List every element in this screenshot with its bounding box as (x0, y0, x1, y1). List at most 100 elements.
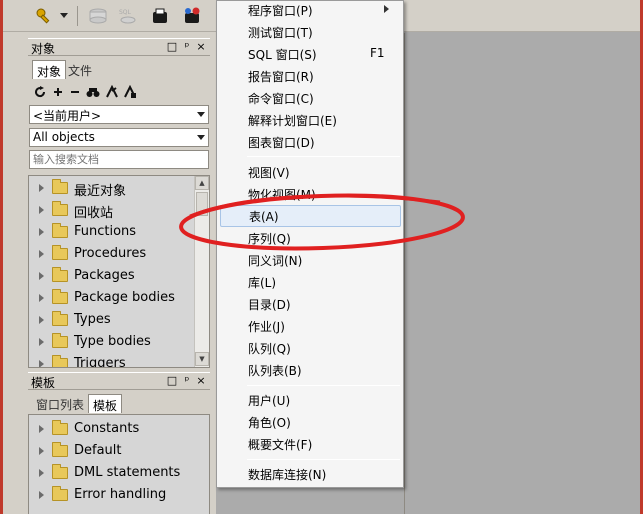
folder-icon (52, 333, 68, 348)
dropdown-arrow-icon[interactable] (57, 5, 71, 27)
tab-templates[interactable]: 模板 (88, 394, 123, 413)
tree-item-label: Types (74, 312, 111, 327)
pin-icon[interactable]: ᵖ (181, 40, 193, 53)
tree-item[interactable]: Procedures (29, 243, 194, 265)
menu-item-test-window[interactable]: 测试窗口(T) (217, 21, 403, 43)
menu-item-directory[interactable]: 目录(D) (217, 293, 403, 315)
expand-arrow-icon[interactable] (39, 491, 44, 499)
tree-item-label: 回收站 (74, 206, 114, 221)
menu-item-view[interactable]: 视图(V) (217, 161, 403, 183)
menu-item-role[interactable]: 角色(O) (217, 411, 403, 433)
menu-item-explain-plan-window[interactable]: 解释计划窗口(E) (217, 109, 403, 131)
expand-arrow-icon[interactable] (39, 469, 44, 477)
tree-item[interactable]: Constants (29, 418, 194, 440)
tree-item[interactable]: DML statements (29, 462, 194, 484)
sql-icon[interactable]: SQL (117, 5, 139, 27)
add-icon[interactable] (50, 84, 66, 100)
tree-item[interactable]: 回收站 (29, 199, 194, 221)
tab-window-list[interactable]: 窗口列表 (32, 394, 88, 413)
object-type-select[interactable]: All objects (29, 128, 209, 147)
restore-icon[interactable]: □ (166, 40, 178, 53)
tree-item[interactable]: Types (29, 309, 194, 331)
menu-item-label: 队列表(B) (248, 364, 302, 378)
filter-icon[interactable] (104, 84, 120, 100)
menu-item-queue-table[interactable]: 队列表(B) (217, 359, 403, 381)
workspace-toolbar (404, 0, 643, 32)
expand-arrow-icon[interactable] (39, 272, 44, 280)
menu-item-profile[interactable]: 概要文件(F) (217, 433, 403, 455)
scroll-up-icon[interactable]: ▲ (195, 176, 209, 190)
object-panel-tabs: 对象 文件 (28, 59, 210, 79)
tree-item[interactable]: Packages (29, 265, 194, 287)
object-panel-title: 对象 (31, 42, 56, 56)
refresh-icon[interactable] (32, 84, 48, 100)
main-toolbar: SQL (3, 0, 216, 32)
menu-item-sequence[interactable]: 序列(Q) (217, 227, 403, 249)
submenu-arrow-icon (384, 5, 389, 13)
menu-item-synonym[interactable]: 同义词(N) (217, 249, 403, 271)
expand-arrow-icon[interactable] (39, 184, 44, 192)
tab-files[interactable]: 文件 (64, 60, 96, 79)
find-icon[interactable] (85, 84, 101, 100)
expand-arrow-icon[interactable] (39, 338, 44, 346)
tree-item[interactable]: Package bodies (29, 287, 194, 309)
menu-item-user[interactable]: 用户(U) (217, 389, 403, 411)
expand-arrow-icon[interactable] (39, 360, 44, 367)
menu-item-label: 物化视图(M) (248, 188, 316, 202)
search-field[interactable] (29, 150, 209, 169)
tree-item[interactable]: Functions (29, 221, 194, 243)
tree-item[interactable]: Default (29, 440, 194, 462)
menu-item-label: 测试窗口(T) (248, 26, 313, 40)
menu-item-program-window[interactable]: 程序窗口(P) (217, 0, 403, 21)
database-icon[interactable] (87, 5, 109, 27)
template-panel-tabs: 窗口列表 模板 (28, 393, 210, 413)
tree-item[interactable]: 最近对象 (29, 177, 194, 199)
expand-arrow-icon[interactable] (39, 206, 44, 214)
remove-icon[interactable] (67, 84, 83, 100)
scroll-thumb[interactable] (196, 192, 208, 216)
menu-separator (247, 459, 400, 460)
tree-item[interactable]: Error handling (29, 484, 194, 506)
tree-item-label: Triggers (74, 356, 126, 367)
menu-item-label: 表(A) (249, 210, 279, 224)
menu-item-label: 命令窗口(C) (248, 92, 314, 106)
object-tree-scrollbar[interactable]: ▲ ▼ (194, 176, 209, 367)
close-icon[interactable]: × (195, 40, 207, 53)
folder-icon (52, 201, 68, 216)
tree-item[interactable]: Type bodies (29, 331, 194, 353)
tree-item-label: Constants (74, 421, 140, 436)
menu-item-table[interactable]: 表(A) (220, 205, 401, 227)
search-input[interactable] (30, 151, 208, 168)
restore-icon[interactable]: □ (166, 374, 178, 387)
expand-arrow-icon[interactable] (39, 425, 44, 433)
tree-item-label: Error handling (74, 487, 167, 502)
folder-icon (52, 179, 68, 194)
tree-item[interactable]: Triggers (29, 353, 194, 367)
object-type-value: All objects (33, 130, 95, 144)
menu-item-command-window[interactable]: 命令窗口(C) (217, 87, 403, 109)
menu-item-job[interactable]: 作业(J) (217, 315, 403, 337)
user-filter-select[interactable]: <当前用户> (29, 105, 209, 124)
menu-item-materialized-view[interactable]: 物化视图(M) (217, 183, 403, 205)
menu-item-report-window[interactable]: 报告窗口(R) (217, 65, 403, 87)
expand-arrow-icon[interactable] (39, 250, 44, 258)
menu-item-library[interactable]: 库(L) (217, 271, 403, 293)
menu-item-queue[interactable]: 队列(Q) (217, 337, 403, 359)
tab-objects[interactable]: 对象 (32, 60, 67, 79)
menu-item-database-link[interactable]: 数据库连接(N) (217, 463, 403, 485)
menu-separator (247, 385, 400, 386)
menu-item-diagram-window[interactable]: 图表窗口(D) (217, 131, 403, 153)
folder-icon (52, 267, 68, 282)
new-object-icon[interactable] (149, 5, 171, 27)
scroll-down-icon[interactable]: ▼ (195, 352, 209, 366)
expand-arrow-icon[interactable] (39, 316, 44, 324)
close-icon[interactable]: × (195, 374, 207, 387)
expand-arrow-icon[interactable] (39, 294, 44, 302)
expand-arrow-icon[interactable] (39, 447, 44, 455)
filter-alt-icon[interactable] (122, 84, 138, 100)
key-icon[interactable] (33, 5, 55, 27)
pin-icon[interactable]: ᵖ (181, 374, 193, 387)
connect-icon[interactable] (181, 5, 203, 27)
menu-item-sql-window[interactable]: SQL 窗口(S) F1 (217, 43, 403, 65)
expand-arrow-icon[interactable] (39, 228, 44, 236)
